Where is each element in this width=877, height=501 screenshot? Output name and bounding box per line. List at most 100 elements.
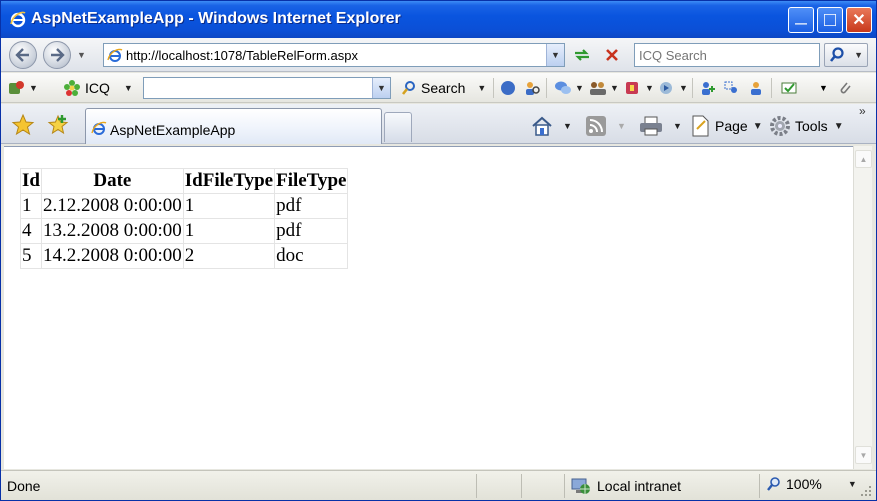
compass-icon[interactable] (500, 80, 516, 96)
chevron-down-icon: ▼ (575, 83, 584, 93)
chevron-down-icon: ▼ (645, 83, 654, 93)
search-label: Search (421, 80, 466, 96)
chevron-down-icon[interactable]: ▼ (819, 83, 828, 93)
refresh-icon (575, 49, 589, 61)
zoom-magnifier-icon (767, 477, 780, 491)
favorites-star-icon[interactable] (11, 113, 35, 137)
page-content: Id Date IdFileType FileType 1 2.12.2008 … (4, 146, 853, 469)
zoom-control[interactable]: 100% ▼ (766, 476, 857, 492)
tab-aspnetexampleapp[interactable]: AspNetExampleApp (85, 108, 382, 144)
gear-icon (770, 116, 790, 136)
add-favorites-icon[interactable] (46, 113, 70, 137)
contacts-button[interactable]: ▼ (589, 77, 619, 99)
buddy-find-icon[interactable] (724, 80, 740, 96)
search-box[interactable] (634, 43, 820, 67)
table-header-row: Id Date IdFileType FileType (20, 168, 349, 194)
toolbar-overflow-chevron-icon[interactable]: » (859, 104, 866, 118)
chevron-down-icon: ▼ (859, 450, 868, 460)
search-options-chevron-icon[interactable]: ▼ (854, 50, 863, 60)
chevron-down-icon: ▼ (847, 479, 857, 489)
icq-toolbar: ▼ ICQ ▼ ▼ Search ▼ ▼ ▼ ▼ ▼ ▼ (1, 73, 876, 103)
tab-label: AspNetExampleApp (110, 122, 236, 138)
search-icon (401, 81, 415, 95)
scroll-up-button[interactable]: ▲ (855, 150, 872, 168)
scroll-down-button[interactable]: ▼ (855, 446, 872, 464)
tab-bar: AspNetExampleApp ▼ ▼ ▼ Page ▼ Tools ▼ (1, 104, 876, 144)
paperclip-icon[interactable] (837, 80, 853, 96)
minimize-button[interactable]: — (788, 7, 814, 33)
search-input[interactable] (635, 44, 819, 66)
back-button[interactable] (9, 41, 37, 69)
close-icon: ✕ (852, 12, 866, 29)
address-bar[interactable]: ▼ (103, 43, 565, 67)
chevron-down-icon: ▼ (551, 50, 560, 60)
maximize-button[interactable]: □ (817, 7, 843, 33)
zone-label: Local intranet (597, 478, 682, 494)
column-header-idfiletype: IdFileType (182, 168, 276, 194)
toolbar-options-icon (9, 81, 24, 94)
refresh-button[interactable] (570, 44, 594, 66)
address-dropdown-button[interactable]: ▼ (546, 44, 564, 66)
mail-check-icon[interactable] (781, 80, 797, 96)
magnifier-icon (829, 47, 844, 62)
icq-flower-icon (64, 80, 80, 96)
toolbar-divider (692, 78, 693, 98)
stop-button[interactable] (600, 44, 624, 66)
chevron-down-icon: ▼ (617, 121, 626, 131)
icq-button[interactable]: ICQ ▼ (64, 77, 133, 99)
cell-id: 4 (20, 218, 42, 244)
icq-search-input[interactable] (144, 78, 370, 98)
page-menu-button[interactable]: Page ▼ (691, 114, 763, 138)
page-menu-label: Page (715, 118, 748, 134)
people-search-icon[interactable] (524, 80, 540, 96)
close-button[interactable]: ✕ (846, 7, 872, 33)
toolbar-divider (493, 78, 494, 98)
recent-pages-chevron-icon[interactable]: ▼ (77, 50, 86, 60)
print-button[interactable]: ▼ (639, 114, 682, 138)
table-row: 5 14.2.2008 0:00:00 2 doc (20, 243, 349, 269)
maximize-icon: □ (823, 9, 837, 31)
rss-feed-icon (586, 116, 606, 136)
resize-grip-icon[interactable] (859, 484, 873, 498)
media-button[interactable]: ▼ (658, 77, 688, 99)
toolbar-options-button[interactable]: ▼ (8, 77, 38, 99)
media-icon (660, 82, 672, 94)
column-header-id: Id (20, 168, 42, 194)
feeds-button[interactable]: ▼ (585, 114, 626, 138)
buddy-add-icon[interactable] (700, 80, 716, 96)
tools-menu-button[interactable]: Tools ▼ (769, 114, 844, 138)
chat-button[interactable]: ▼ (554, 77, 584, 99)
status-divider (476, 474, 477, 498)
games-button[interactable]: ▼ (624, 77, 654, 99)
icq-search-button[interactable]: Search ▼ (401, 77, 486, 99)
contacts-group-icon (590, 82, 606, 95)
file-table: Id Date IdFileType FileType 1 2.12.2008 … (20, 168, 349, 269)
vertical-scrollbar[interactable]: ▲ ▼ (853, 146, 872, 469)
chevron-up-icon: ▲ (859, 154, 868, 164)
page-icon (692, 115, 709, 137)
chevron-down-icon: ▼ (610, 83, 619, 93)
title-bar[interactable]: AspNetExampleApp - Windows Internet Expl… (1, 1, 876, 38)
home-button[interactable]: ▼ (531, 114, 572, 138)
forward-button[interactable] (43, 41, 71, 69)
icq-combo-dropdown-button[interactable]: ▼ (372, 78, 390, 98)
home-icon (532, 116, 552, 136)
column-header-date: Date (40, 168, 184, 194)
chevron-down-icon: ▼ (673, 121, 682, 131)
chevron-down-icon: ▼ (752, 120, 763, 132)
new-tab-button[interactable] (384, 112, 412, 142)
toolbar-divider (546, 78, 547, 98)
status-divider (759, 474, 760, 498)
intranet-globe-icon (571, 478, 590, 494)
chevron-down-icon: ▼ (123, 83, 133, 93)
status-bar: Done Local intranet 100% ▼ (1, 470, 876, 500)
zoom-level: 100% (786, 476, 822, 492)
search-button[interactable]: ▼ (824, 43, 868, 67)
security-zone[interactable]: Local intranet (571, 476, 681, 496)
buddy-status-icon[interactable] (748, 80, 764, 96)
chevron-down-icon: ▼ (833, 120, 844, 132)
cell-idfiletype: 1 (182, 218, 276, 244)
games-box-icon (626, 82, 638, 94)
url-input[interactable] (126, 47, 546, 63)
icq-search-combo[interactable]: ▼ (143, 77, 391, 99)
